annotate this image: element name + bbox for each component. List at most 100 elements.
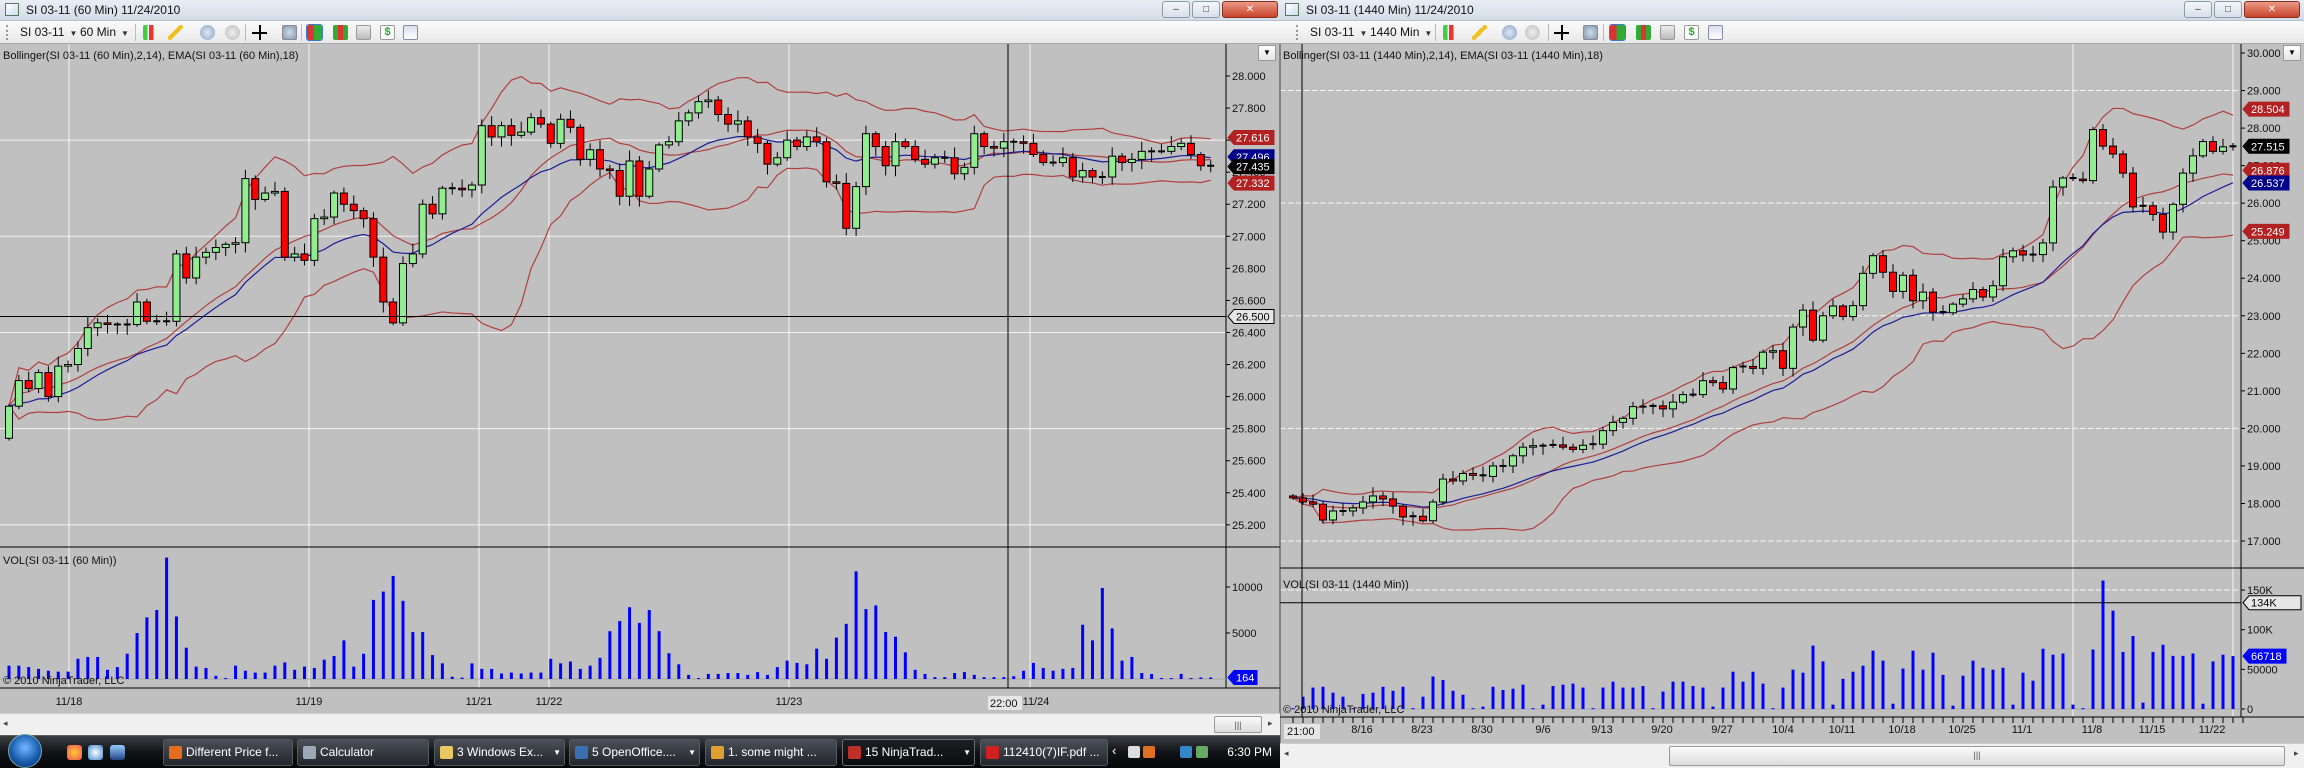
close-button[interactable]: ✕ xyxy=(1222,1,1278,18)
minimize-button[interactable]: – xyxy=(2184,1,2212,18)
price-tick-label: 26.400 xyxy=(1232,327,1266,339)
scrollbar-thumb[interactable]: ||| xyxy=(1669,746,2285,766)
java-tray-icon[interactable] xyxy=(1143,746,1155,758)
candle-up xyxy=(517,131,526,136)
indicators-icon[interactable] xyxy=(333,25,348,40)
toolbar-grip[interactable] xyxy=(6,25,8,40)
candle-up xyxy=(231,242,240,245)
taskbar-button[interactable]: Different Price f... xyxy=(163,739,293,766)
instrument-dropdown[interactable]: SI 03-11 ▼ xyxy=(20,24,77,41)
zoom-out-icon[interactable] xyxy=(225,25,240,40)
candle-up xyxy=(2059,177,2067,188)
magnifier-icon[interactable] xyxy=(1583,25,1598,40)
properties-icon[interactable] xyxy=(403,25,418,40)
candle-down xyxy=(1719,382,1727,390)
zoom-in-icon[interactable] xyxy=(200,25,215,40)
candle-up xyxy=(1429,501,1437,522)
left-window-titlebar[interactable]: SI 03-11 (60 Min) 11/24/2010 – □ ✕ xyxy=(0,0,1280,21)
charts-canvas[interactable]: 28.00027.80027.60027.40027.20027.00026.8… xyxy=(0,0,2304,768)
price-tick-label: 22.000 xyxy=(2247,348,2281,360)
taskbar-button[interactable]: 3 Windows Ex... ▼ xyxy=(434,739,565,766)
strategies-icon[interactable] xyxy=(1660,25,1675,40)
volume-tray-icon[interactable] xyxy=(1196,746,1208,758)
scrollbar-thumb[interactable]: ||| xyxy=(1214,716,1262,733)
volume-bar xyxy=(1901,668,1905,709)
scroll-right-arrow[interactable]: ▸ xyxy=(2294,748,2299,759)
zoom-in-icon[interactable] xyxy=(1502,25,1517,40)
scroll-left-arrow[interactable]: ◂ xyxy=(1284,748,1289,759)
magnifier-icon[interactable] xyxy=(282,25,297,40)
volume-bar xyxy=(1511,688,1515,709)
pencil-draw-icon[interactable] xyxy=(168,25,183,40)
right-window-titlebar[interactable]: SI 03-11 (1440 Min) 11/24/2010 – □ ✕ xyxy=(1280,0,2304,21)
properties-icon[interactable] xyxy=(1708,25,1723,40)
candle-down xyxy=(596,149,604,170)
crosshair-icon[interactable] xyxy=(1554,25,1569,40)
candle-down xyxy=(487,125,496,138)
date-label: 9/6 xyxy=(1535,724,1550,736)
taskbar-clock[interactable]: 6:30 PM xyxy=(1227,745,1272,759)
candle-down xyxy=(1779,350,1787,369)
right-horizontal-scrollbar[interactable]: ◂ ||| ▸ xyxy=(1280,743,2304,768)
volume-bar xyxy=(815,648,819,679)
price-tick-label: 24.000 xyxy=(2247,273,2281,285)
browser-quicklaunch-icon[interactable] xyxy=(88,745,103,760)
close-button[interactable]: ✕ xyxy=(2244,1,2300,18)
indicators-icon[interactable] xyxy=(1636,25,1651,40)
taskbar-button[interactable]: 15 NinjaTrad... ▼ xyxy=(842,739,975,766)
interval-dropdown[interactable]: 1440 Min ▼ xyxy=(1370,24,1432,41)
zoom-out-icon[interactable] xyxy=(1525,25,1540,40)
volume-bar xyxy=(1771,708,1775,710)
show-desktop-icon[interactable] xyxy=(110,745,125,760)
candle-down xyxy=(990,146,998,149)
volume-bar xyxy=(2091,649,2095,709)
chart-menu-button[interactable]: ▼ xyxy=(2283,45,2301,61)
volume-bar xyxy=(1851,671,1855,709)
volume-bar xyxy=(1199,677,1203,679)
candle-up xyxy=(1519,446,1527,457)
left-horizontal-scrollbar[interactable]: ◂ ||| ▸ xyxy=(0,713,1280,735)
taskbar-button[interactable]: 1. some might ... xyxy=(705,739,837,766)
start-button[interactable] xyxy=(8,734,42,768)
chart-style-icon[interactable] xyxy=(143,25,158,40)
toolbar-grip[interactable] xyxy=(1296,25,1298,40)
data-series-icon[interactable] xyxy=(306,24,323,41)
tray-icon[interactable] xyxy=(1128,746,1140,758)
crosshair-icon[interactable] xyxy=(252,25,267,40)
dollar-icon[interactable]: $ xyxy=(380,25,395,40)
candle-up xyxy=(2189,155,2197,174)
chevron-down-icon: ▼ xyxy=(553,748,561,757)
right-indicator-label: Bollinger(SI 03-11 (1440 Min),2,14), EMA… xyxy=(1283,50,1603,62)
volume-bar xyxy=(618,621,622,679)
price-tick-label: 27.000 xyxy=(1232,231,1266,243)
volume-bar xyxy=(2101,580,2105,709)
tray-expand-button[interactable]: ‹ xyxy=(1112,743,1116,758)
price-tick-label: 20.000 xyxy=(2247,423,2281,435)
instrument-dropdown[interactable]: SI 03-11 ▼ xyxy=(1310,24,1367,41)
pencil-draw-icon[interactable] xyxy=(1472,25,1487,40)
candle-up xyxy=(1989,285,1997,298)
maximize-button[interactable]: □ xyxy=(2214,1,2242,18)
taskbar-button[interactable]: 112410(7)IF.pdf ... xyxy=(980,739,1108,766)
data-series-icon[interactable] xyxy=(1609,24,1626,41)
scroll-left-arrow[interactable]: ◂ xyxy=(3,718,8,729)
minimize-button[interactable]: – xyxy=(1162,1,1190,18)
network-tray-icon[interactable] xyxy=(1180,746,1192,758)
candle-up xyxy=(2049,186,2057,244)
chart-style-icon[interactable] xyxy=(1443,25,1458,40)
strategies-icon[interactable] xyxy=(356,25,371,40)
interval-dropdown[interactable]: 60 Min ▼ xyxy=(80,24,129,41)
maximize-button[interactable]: □ xyxy=(1192,1,1220,18)
volume-tag-text: 66718 xyxy=(2251,651,2282,663)
candle-up xyxy=(1869,255,1877,274)
candle-up xyxy=(1919,291,1927,302)
candle-down xyxy=(1419,515,1427,522)
taskbar-button-label: Different Price f... xyxy=(186,745,279,759)
firefox-quicklaunch-icon[interactable] xyxy=(67,745,82,760)
scroll-right-arrow[interactable]: ▸ xyxy=(1268,718,1273,729)
chart-menu-button[interactable]: ▼ xyxy=(1258,45,1276,61)
dollar-icon[interactable]: $ xyxy=(1684,25,1699,40)
taskbar-button[interactable]: Calculator xyxy=(297,739,429,766)
taskbar-button[interactable]: 5 OpenOffice.... ▼ xyxy=(569,739,700,766)
volume-bar xyxy=(1881,660,1885,709)
